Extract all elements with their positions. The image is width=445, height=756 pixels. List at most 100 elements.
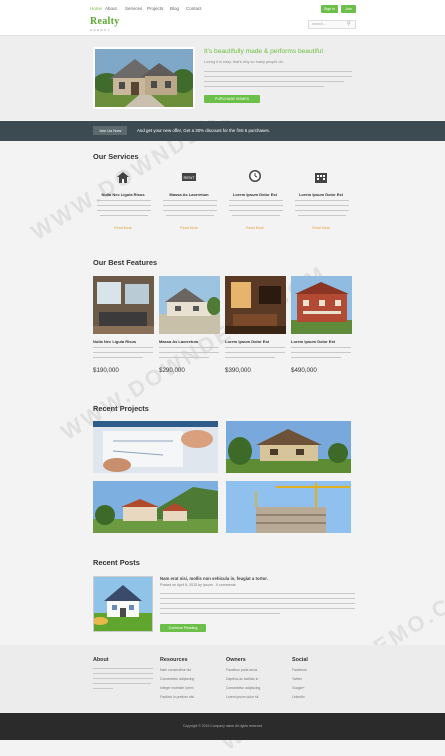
feature-title: Lorem Ipsum Dolor Est: [291, 339, 336, 344]
footer: [0, 645, 445, 713]
feature-image-house[interactable]: [159, 276, 220, 334]
service-text-line: [97, 205, 151, 207]
footer-link[interactable]: Facilisis in pretium nisl: [160, 695, 194, 699]
search-icon[interactable]: ⚲: [347, 21, 354, 28]
service-text-line: [97, 210, 151, 212]
service-text-line: [163, 210, 217, 212]
service-text-line: [295, 205, 349, 207]
feature-text-line: [225, 352, 285, 354]
nav-services[interactable]: Services: [125, 6, 142, 11]
post-text-line: [160, 608, 355, 610]
post-text-line: [160, 593, 355, 595]
join-button[interactable]: Join: [341, 5, 356, 13]
svg-text:RENT: RENT: [184, 175, 195, 180]
posts-heading: Recent Posts: [93, 558, 140, 567]
service-text-line: [298, 215, 346, 217]
join-us-button[interactable]: Join Us Now: [93, 126, 127, 135]
footer-link[interactable]: Dapibus ac facilisis in: [226, 677, 258, 681]
service-text-line: [295, 210, 349, 212]
hero-house-image: [93, 47, 195, 109]
read-more-link[interactable]: Read More: [88, 226, 158, 230]
feature-price: $490,000: [291, 367, 317, 374]
project-image-construction[interactable]: [226, 481, 351, 533]
projects-heading: Recent Projects: [93, 404, 149, 413]
feature-text-line: [159, 347, 219, 349]
footer-social-facebook[interactable]: Facebook: [292, 668, 307, 672]
feature-title: Lorem Ipsum Dolor Est: [225, 339, 270, 344]
footer-social-twitter[interactable]: Twitter: [292, 677, 302, 681]
read-more-link[interactable]: Read More: [220, 226, 290, 230]
feature-price: $290,000: [159, 367, 185, 374]
feature-image-living-room[interactable]: [93, 276, 154, 334]
footer-link[interactable]: Integer molestie lorem: [160, 686, 194, 690]
feature-title: Massa As Laorretum: [159, 339, 199, 344]
feature-price: $390,000: [225, 367, 251, 374]
service-text-line: [295, 200, 349, 202]
service-text-line: [229, 210, 283, 212]
service-text-line: [163, 200, 217, 202]
rent-sign-icon: RENT: [182, 170, 196, 182]
feature-image-villa[interactable]: [291, 276, 352, 334]
post-title[interactable]: Nam erat nisi, mollis non vehicula in, f…: [160, 576, 268, 581]
building-icon: [314, 170, 328, 183]
feature-text-line: [93, 357, 143, 359]
nav-blog[interactable]: Blog: [170, 6, 179, 11]
hero-subtitle: Loving it is easy. that's why so many pe…: [204, 60, 284, 64]
continue-reading-button[interactable]: Continue Reading: [160, 624, 206, 632]
feature-text-line: [291, 352, 351, 354]
post-text-line: [160, 603, 355, 605]
nav-contact[interactable]: Contact: [186, 6, 202, 11]
features-heading: Our Best Features: [93, 258, 158, 267]
logo-tagline: AGENCY: [90, 28, 112, 32]
feature-text-line: [159, 352, 219, 354]
service-text-line: [232, 215, 280, 217]
service-title: Lorem Ipsum Dolor Est: [232, 192, 277, 197]
project-image-blueprints[interactable]: [93, 421, 218, 473]
service-title: Nulla Nec Ligula Risus: [101, 192, 145, 197]
nav-projects[interactable]: Projects: [147, 6, 163, 11]
footer-heading-social: Social: [292, 657, 308, 663]
feature-price: $190,000: [93, 367, 119, 374]
feature-text-line: [291, 347, 351, 349]
nav-home[interactable]: Home: [90, 6, 102, 11]
footer-heading-owners: Owners: [226, 657, 246, 663]
project-image-house[interactable]: [226, 421, 351, 473]
feature-title: Nulla Nec Ligula Risus: [93, 339, 137, 344]
services-heading: Our Services: [93, 152, 139, 161]
service-text-line: [166, 215, 214, 217]
footer-link[interactable]: Consectetur adipiscing: [160, 677, 194, 681]
about-text-line: [93, 668, 153, 670]
hero-text-line: [204, 76, 352, 78]
footer-social-linkedin[interactable]: Linkedin: [292, 695, 305, 699]
footer-link[interactable]: Nam consectetur dui: [160, 668, 191, 672]
about-text-line: [93, 678, 153, 680]
copyright-text: Copyright © 2015 Company name All rights…: [182, 724, 263, 728]
feature-text-line: [159, 357, 209, 359]
hero-text-line: [204, 86, 324, 88]
purchase-homes-button[interactable]: PURCHASE HOMES: [204, 95, 260, 103]
site-logo[interactable]: Realty: [90, 16, 120, 27]
post-image-house-model[interactable]: [93, 576, 153, 632]
feature-text-line: [225, 357, 275, 359]
about-text-line: [93, 688, 113, 690]
hero-title: It's beautifully made & performs beautif…: [204, 48, 323, 55]
footer-social-google[interactable]: Google+: [292, 686, 305, 690]
hero-text-line: [204, 71, 352, 73]
footer-link[interactable]: Faucibus porta lacus: [226, 668, 257, 672]
about-text-line: [93, 673, 153, 675]
read-more-link[interactable]: Read More: [286, 226, 356, 230]
post-text-line: [160, 613, 280, 615]
project-image-resort[interactable]: [93, 481, 218, 533]
feature-image-interior[interactable]: [225, 276, 286, 334]
footer-heading-resources: Resources: [160, 657, 188, 663]
sign-in-button[interactable]: Sign in: [321, 5, 338, 13]
read-more-link[interactable]: Read More: [154, 226, 224, 230]
nav-about[interactable]: About: [105, 6, 117, 11]
footer-link[interactable]: Lorem ipsum dolor sit: [226, 695, 258, 699]
hero-text-line: [204, 81, 344, 83]
feature-text-line: [93, 347, 153, 349]
service-text-line: [100, 215, 148, 217]
footer-link[interactable]: Consectetur adipiscing: [226, 686, 260, 690]
post-meta: Posted on April 8, 2015 by Ipsum - 0 com…: [160, 583, 236, 587]
service-text-line: [229, 200, 283, 202]
